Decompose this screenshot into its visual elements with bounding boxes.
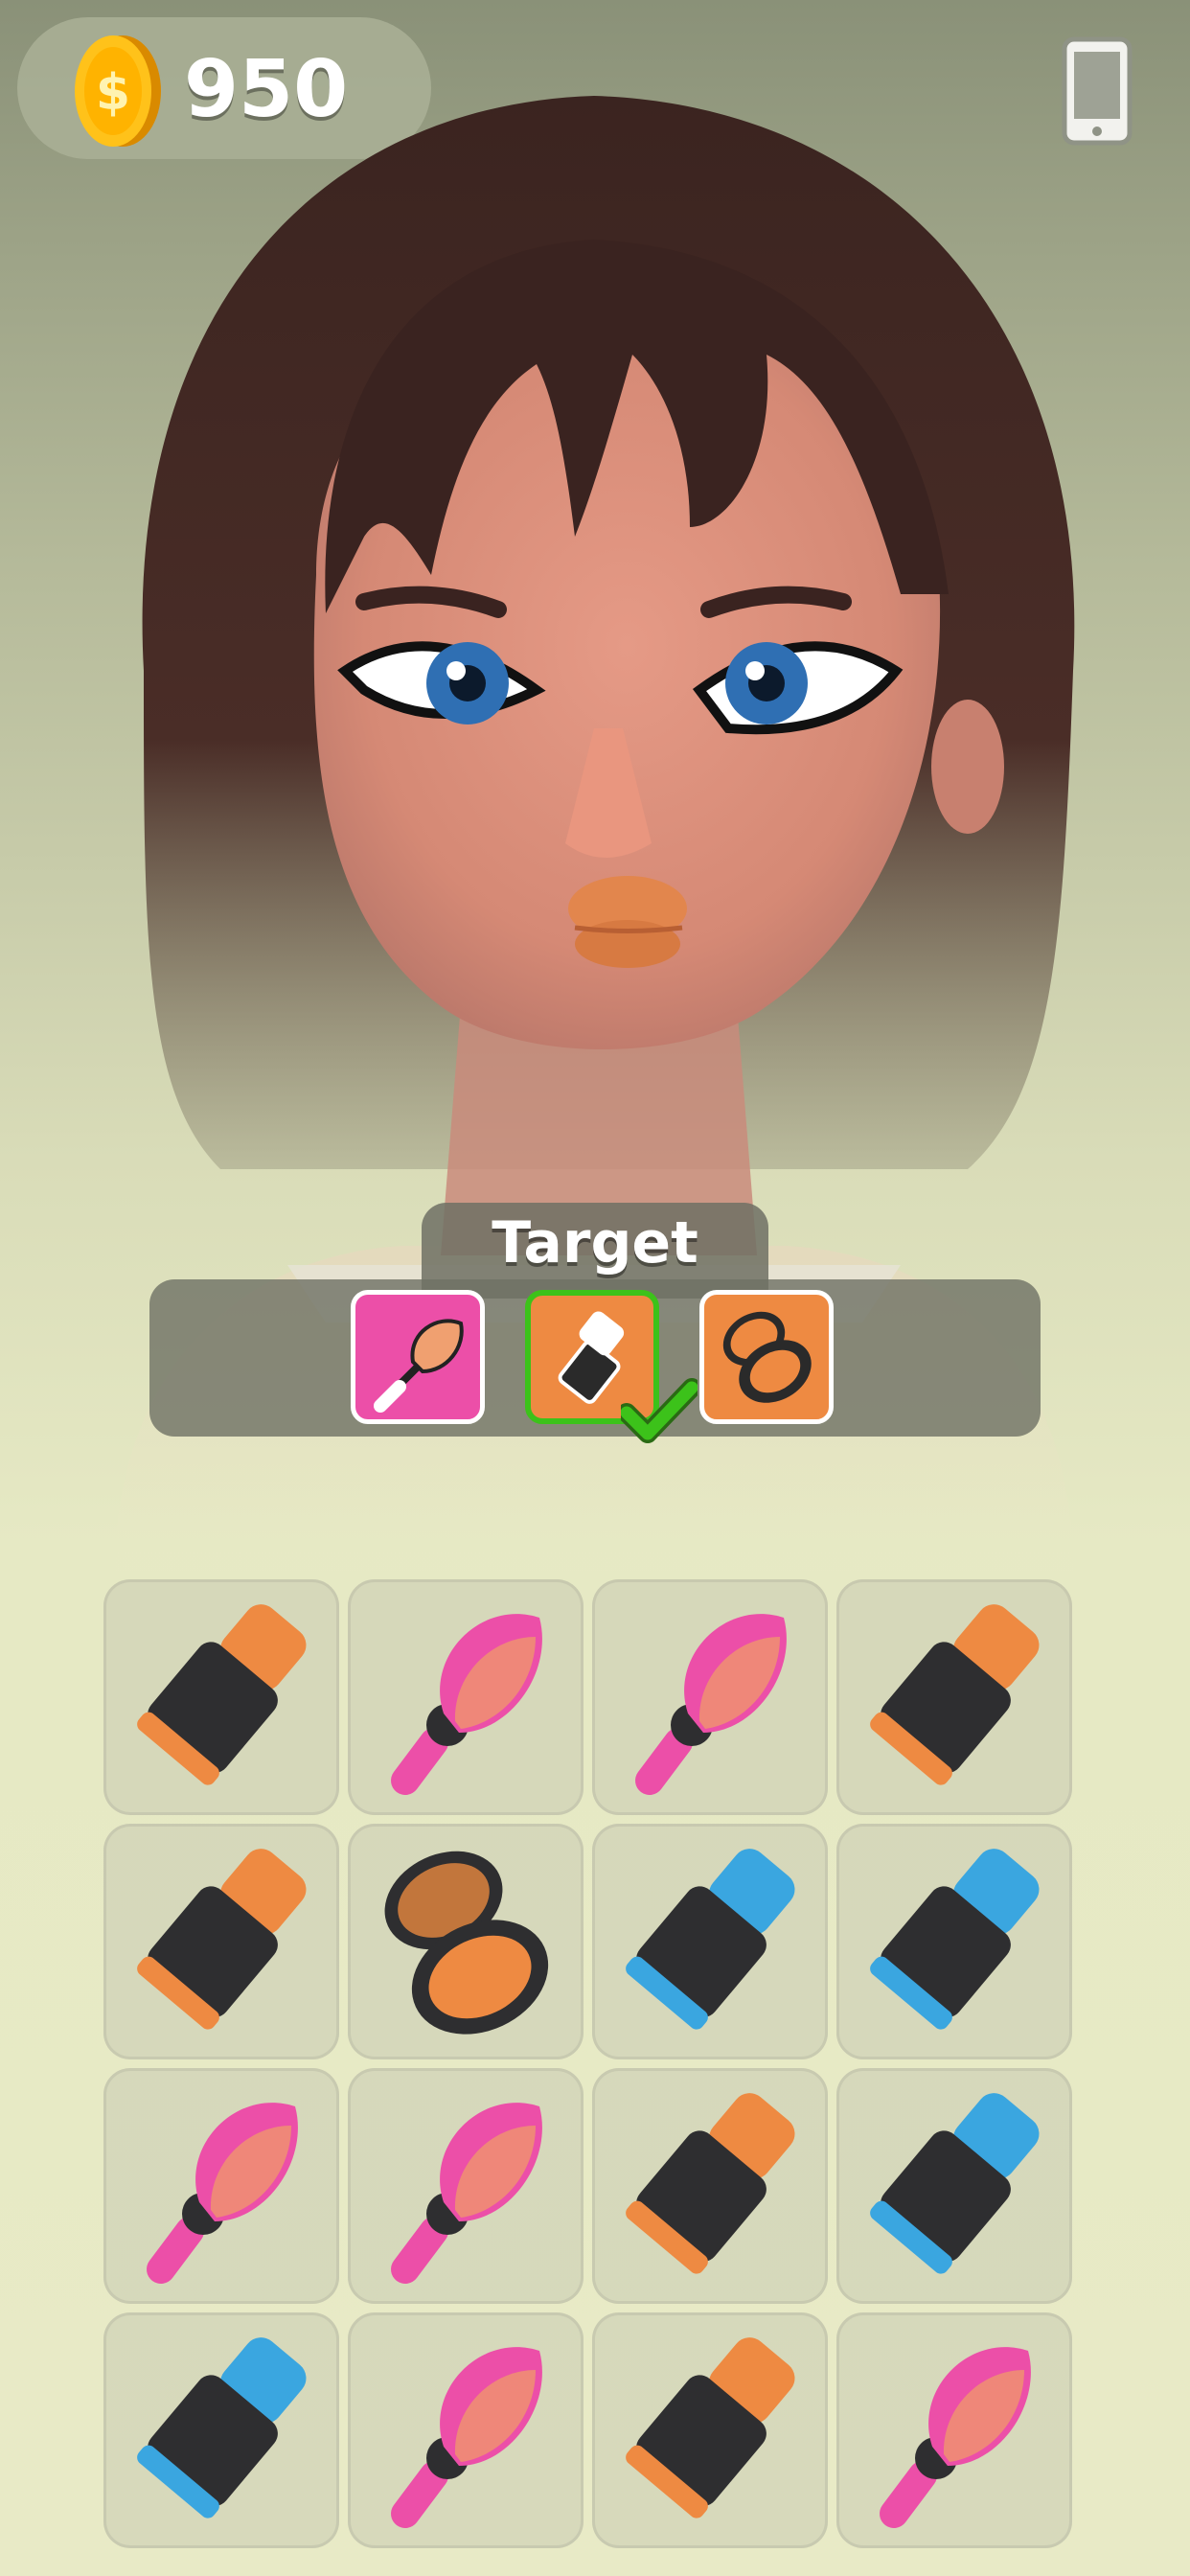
blush-brush-icon	[391, 2103, 542, 2284]
blush-brush-icon	[635, 1614, 787, 1795]
grid-tile-lipstick-blue[interactable]	[592, 1824, 828, 2059]
blush-brush-icon	[147, 2103, 298, 2284]
lipstick-icon	[870, 1849, 1040, 2030]
grid-tile-lipstick-orange[interactable]	[592, 2068, 828, 2304]
lipstick-icon	[137, 1604, 307, 1785]
checkmark-icon	[617, 1378, 701, 1445]
grid-tile-compact-powder[interactable]	[348, 1824, 584, 2059]
grid-tile-lipstick-orange[interactable]	[836, 1579, 1072, 1815]
target-label: Target	[492, 1209, 698, 1276]
target-item-compact	[699, 1290, 834, 1424]
grid-tile-lipstick-orange[interactable]	[103, 1579, 339, 1815]
lipstick-icon	[870, 2093, 1040, 2274]
grid-tile-lipstick-blue[interactable]	[103, 2312, 339, 2548]
blush-brush-icon	[374, 1319, 464, 1413]
lipstick-icon	[626, 2337, 795, 2518]
grid-tile-lipstick-orange[interactable]	[103, 1824, 339, 2059]
lipstick-icon	[626, 1849, 795, 2030]
grid-tile-lipstick-blue[interactable]	[836, 2068, 1072, 2304]
compact-powder-icon	[384, 1851, 549, 2035]
grid-tile-blush-brush[interactable]	[592, 1579, 828, 1815]
grid-tile-blush-brush[interactable]	[348, 1579, 584, 1815]
lipstick-icon	[870, 1604, 1040, 1785]
blush-brush-icon	[391, 2347, 542, 2528]
grid-tile-lipstick-blue[interactable]	[836, 1824, 1072, 2059]
lipstick-icon	[626, 2093, 795, 2274]
grid-tile-lipstick-orange[interactable]	[592, 2312, 828, 2548]
grid-tile-blush-brush[interactable]	[103, 2068, 339, 2304]
grid-tile-blush-brush[interactable]	[348, 2068, 584, 2304]
target-item-blush-brush	[351, 1290, 485, 1424]
grid-tile-blush-brush[interactable]	[348, 2312, 584, 2548]
grid-tile-blush-brush[interactable]	[836, 2312, 1072, 2548]
blush-brush-icon	[391, 1614, 542, 1795]
lipstick-icon	[137, 1849, 307, 2030]
blush-brush-icon	[880, 2347, 1031, 2528]
compact-powder-icon	[722, 1311, 812, 1403]
lipstick-icon	[137, 2337, 307, 2518]
